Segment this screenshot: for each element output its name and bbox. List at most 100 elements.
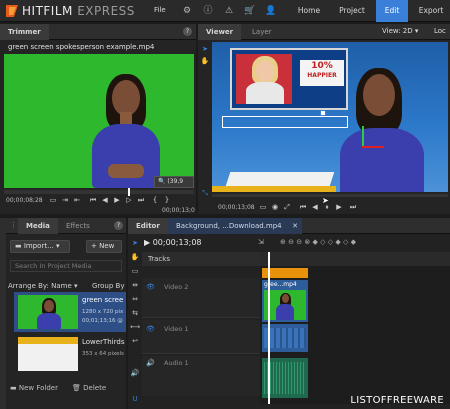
viewer-skip-back-icon[interactable]: ⏮ <box>298 202 308 212</box>
media-help-icon[interactable]: ? <box>114 221 123 230</box>
roll-tool-icon[interactable]: ⇆ <box>130 308 140 318</box>
play-icon[interactable]: ▶ <box>112 195 122 205</box>
mark-in-icon[interactable]: { <box>150 195 160 205</box>
keyframe-icon[interactable]: ◆ <box>312 238 317 246</box>
trimmer-scrubbar[interactable] <box>4 188 194 196</box>
timeline-select-tool-icon[interactable]: ➤ <box>130 238 140 248</box>
timeline-toolbar: ⊕ ⊖ ⊝ ⊗ ◆ ◇ ◇ ◆ ◇ ◆ <box>280 238 450 248</box>
person-torso <box>92 124 160 188</box>
media-item[interactable]: LowerThirds 353 x 64 pixels <box>14 334 126 374</box>
tab-editor[interactable]: Editor <box>128 218 168 234</box>
zoom-in-icon[interactable]: ⊕ <box>280 238 286 246</box>
select-tool-icon[interactable]: ➤ <box>200 44 210 54</box>
import-button[interactable]: ▬ Import... ▾ <box>10 240 70 253</box>
audio-waveform <box>264 362 306 394</box>
panel-grip-icon[interactable]: ⋮ <box>10 221 17 231</box>
tracks-header: Tracks <box>142 252 260 266</box>
keyframe-next-icon[interactable]: ◇ <box>328 238 333 246</box>
gizmo-y-axis[interactable] <box>362 126 364 148</box>
insert-icon[interactable]: ⇥ <box>60 195 70 205</box>
import-chevron-icon: ▾ <box>56 242 60 250</box>
nav-tab-export[interactable]: Export <box>412 0 450 22</box>
media-search-input[interactable]: Search In Project Media <box>10 260 122 272</box>
audio-1-mute-icon[interactable]: 🔊 <box>146 359 155 367</box>
nav-tab-project[interactable]: Project <box>330 0 374 22</box>
slip-tool-icon[interactable]: ⇹ <box>130 280 140 290</box>
media-panel: ⋮ Media Effects ? ▬ Import... ▾ + New Se… <box>0 218 126 409</box>
alert-icon[interactable]: ⚠ <box>223 5 235 17</box>
slice-tool-icon[interactable]: ▭ <box>130 266 140 276</box>
menu-file[interactable]: File <box>154 6 166 14</box>
marker-icon[interactable]: ◆ <box>351 238 356 246</box>
viewer-play-icon[interactable]: ▶ <box>334 202 344 212</box>
step-forward-icon[interactable]: ▷ <box>124 195 134 205</box>
search-icon: 🔍 <box>158 178 166 185</box>
view-mode-label: View: 2D <box>382 27 413 35</box>
step-back-icon[interactable]: ◀ <box>100 195 110 205</box>
view-mode-select[interactable]: View: 2D ▾ <box>382 27 418 35</box>
export-icon[interactable]: ⇲ <box>258 238 268 248</box>
speed-tool-icon[interactable]: ↩ <box>130 336 140 346</box>
gizmo-x-axis[interactable] <box>362 146 384 148</box>
delete-button[interactable]: 🗑 Delete <box>72 384 106 392</box>
snap-icon[interactable]: ⤡ <box>200 188 210 198</box>
tab-effects[interactable]: Effects <box>58 218 98 234</box>
video-2-visibility-icon[interactable]: 👁 <box>146 283 155 291</box>
keyframe-add-icon[interactable]: ◆ <box>335 238 340 246</box>
magnet-icon[interactable]: U <box>130 394 140 404</box>
info-icon[interactable]: ⓘ <box>202 5 214 17</box>
keyframe-prev-icon[interactable]: ◇ <box>320 238 325 246</box>
time-ruler[interactable] <box>260 252 450 266</box>
new-button[interactable]: + New <box>86 240 122 253</box>
tab-viewer[interactable]: Viewer <box>198 24 242 40</box>
loc-select[interactable]: Loc <box>434 27 446 35</box>
link-icon[interactable]: ⊗ <box>304 238 310 246</box>
tab-background-clip[interactable]: Background, ...Download.mp4 ✕ <box>168 218 302 234</box>
skip-forward-icon[interactable]: ⏭ <box>136 195 146 205</box>
viewer-step-back-icon[interactable]: ◀ <box>310 202 320 212</box>
volume-tool-icon[interactable]: 🔊 <box>130 368 140 378</box>
selection-box[interactable] <box>222 116 348 128</box>
video-1-visibility-icon[interactable]: 👁 <box>146 325 155 333</box>
skip-back-icon[interactable]: ⏮ <box>88 195 98 205</box>
play-head-icon[interactable]: ▶ <box>144 238 150 247</box>
viewer-scrubbar[interactable] <box>212 194 448 197</box>
cart-icon[interactable]: 🛒 <box>244 5 256 17</box>
rate-stretch-tool-icon[interactable]: ⟷ <box>130 322 140 332</box>
help-icon[interactable]: ? <box>183 27 192 36</box>
overlay-icon[interactable]: ⇤ <box>72 195 82 205</box>
keyframe-del-icon[interactable]: ◇ <box>343 238 348 246</box>
viewer-snapshot-icon[interactable]: ◉ <box>270 202 280 212</box>
tab-media[interactable]: Media <box>18 218 58 234</box>
timeline-area[interactable]: gree...mp4 <box>260 252 450 404</box>
arrange-by-select[interactable]: Arrange By: Name ▾ <box>8 282 78 290</box>
user-icon[interactable]: 👤 <box>265 5 277 17</box>
zoom-out-icon[interactable]: ⊖ <box>288 238 294 246</box>
anchor-torso <box>246 82 284 104</box>
ripple-tool-icon[interactable]: ⇔ <box>130 294 140 304</box>
hand-tool-icon[interactable]: ✋ <box>200 56 210 66</box>
viewer-skip-forward-icon[interactable]: ⏭ <box>348 202 358 212</box>
nav-tab-home[interactable]: Home <box>290 0 328 22</box>
tab-trimmer[interactable]: Trimmer <box>0 24 49 40</box>
trimmer-zoom[interactable]: 🔍 (39,9 <box>154 176 194 188</box>
transform-handle[interactable] <box>320 110 326 116</box>
media-item[interactable]: green scree 1280 x 720 pix 00;01;13;16 @ <box>14 292 126 332</box>
fit-icon[interactable]: ⊝ <box>296 238 302 246</box>
nav-tab-edit[interactable]: Edit <box>376 0 408 22</box>
media-sidebar <box>0 218 6 409</box>
settings-icon[interactable]: ⚙ <box>181 5 193 17</box>
timeline-hand-tool-icon[interactable]: ✋ <box>130 252 140 262</box>
timeline-playhead[interactable] <box>268 252 270 404</box>
viewer-fullscreen-icon[interactable]: ⤢ <box>282 202 292 212</box>
viewer-safe-area-icon[interactable]: ▭ <box>258 202 268 212</box>
mark-out-icon[interactable]: } <box>162 195 172 205</box>
new-folder-icon: ▬ <box>10 384 17 392</box>
group-by-select[interactable]: Group By <box>92 282 124 290</box>
new-folder-button[interactable]: ▬ New Folder <box>10 384 58 392</box>
viewer-preview: 10% HAPPIER <box>212 42 448 192</box>
close-icon[interactable]: ✕ <box>292 218 298 234</box>
safe-area-icon[interactable]: ▭ <box>48 195 58 205</box>
tab-layer[interactable]: Layer <box>244 24 280 40</box>
editor-header: Editor Background, ...Download.mp4 ✕ <box>128 218 450 234</box>
